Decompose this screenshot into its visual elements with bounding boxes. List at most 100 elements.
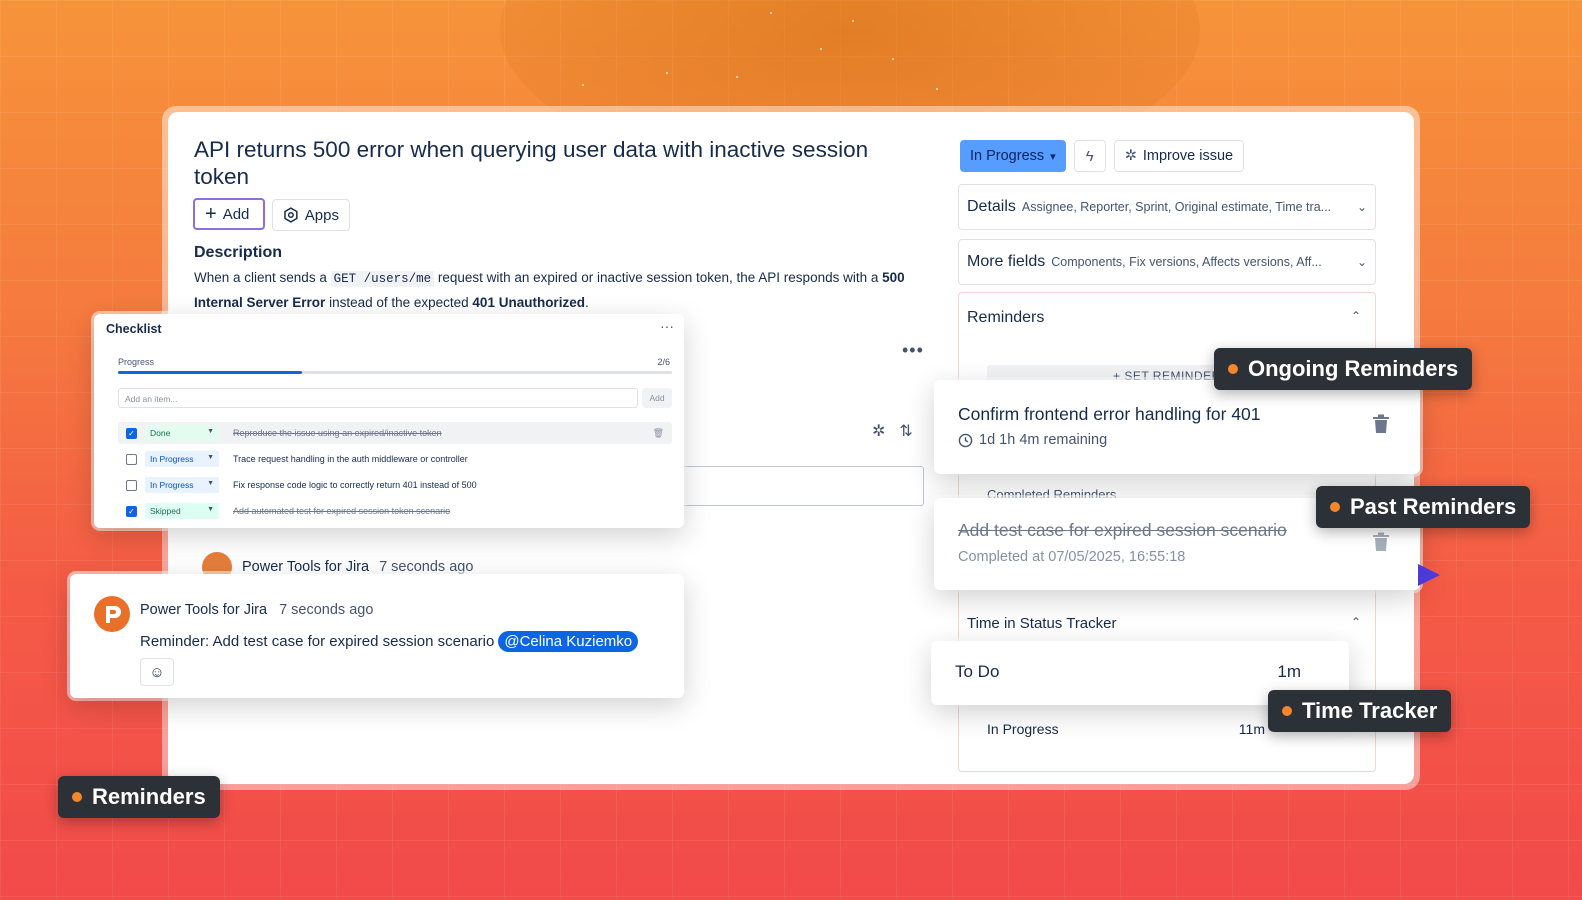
sort-icon[interactable]: ⇅	[899, 421, 912, 441]
comment-body: Reminder: Add test case for expired sess…	[140, 631, 639, 652]
past-reminder-title: Add test case for expired session scenar…	[958, 520, 1287, 540]
apps-button[interactable]: Apps	[272, 199, 350, 231]
add-button-label: Add	[222, 205, 250, 223]
status-time: 1m	[1277, 662, 1301, 681]
caret-down-icon: ▼	[207, 480, 214, 487]
description-part: instead of the expected	[325, 295, 473, 310]
ongoing-reminder-card: Confirm frontend error handling for 401 …	[934, 380, 1420, 474]
add-reaction-button[interactable]: ☺	[140, 658, 174, 686]
chevron-down-icon: ⌄	[1356, 200, 1367, 214]
description-bold: 401 Unauthorized	[472, 295, 585, 310]
status-label: In Progress	[970, 148, 1045, 164]
improve-label: Improve issue	[1142, 148, 1234, 164]
status-name: To Do	[955, 662, 1000, 681]
caret-down-icon: ▼	[207, 428, 214, 435]
checkbox-checked[interactable]: ✓	[126, 505, 137, 517]
star	[892, 58, 894, 60]
status-select[interactable]: Done ▼	[145, 425, 219, 441]
comment-author: Power Tools for Jira	[242, 559, 370, 575]
reminder-title: Confirm frontend error handling for 401	[958, 404, 1261, 424]
progress-fill	[118, 371, 303, 374]
status-select-value: Done	[150, 428, 171, 438]
chevron-down-icon: ⌄	[1356, 255, 1367, 269]
improve-issue-button[interactable]: ✲ Improve issue	[1113, 140, 1245, 172]
ongoing-reminders-tag: Ongoing Reminders	[1214, 348, 1473, 390]
delete-reminder-icon[interactable]	[1372, 414, 1390, 440]
cursor-pointer-icon	[1418, 564, 1440, 586]
star	[852, 20, 854, 22]
tag-label: Past Reminders	[1350, 494, 1517, 519]
add-button[interactable]: + Add	[193, 198, 265, 230]
past-reminder-completed: Completed at 07/05/2025, 16:55:18	[958, 549, 1186, 565]
checklist-card: Checklist ··· Progress 2/6 Add an item..…	[94, 314, 684, 528]
add-item-button[interactable]: Add	[642, 388, 672, 408]
chevron-up-icon[interactable]: ⌃	[1351, 615, 1361, 629]
details-panel[interactable]: Details Assignee, Reporter, Sprint, Orig…	[958, 184, 1376, 230]
status-select-value: Skipped	[150, 506, 181, 516]
tag-dot	[1330, 502, 1340, 512]
star	[666, 72, 668, 74]
star	[936, 88, 938, 90]
power-tools-logo-icon	[94, 596, 130, 632]
details-subtitle: Assignee, Reporter, Sprint, Original est…	[1021, 200, 1332, 214]
time-in-status-row: In Progress 11m	[987, 721, 1265, 737]
tag-dot	[1282, 706, 1292, 716]
add-item-input[interactable]: Add an item...	[118, 388, 638, 408]
clock-icon	[958, 433, 973, 447]
progress-label: Progress	[118, 357, 155, 367]
checklist-item[interactable]: ✓ Done ▼ Reproduce the issue using an exp…	[118, 422, 672, 444]
checklist-item[interactable]: In Progress ▼ Trace request handling in t…	[118, 448, 672, 470]
comment-time: 7 seconds ago	[279, 602, 374, 618]
status-select-value: In Progress	[150, 454, 194, 464]
more-icon[interactable]: ···	[660, 318, 674, 334]
star	[582, 84, 584, 86]
status-select[interactable]: Skipped ▼	[145, 503, 219, 519]
checklist-item[interactable]: ✓ Skipped ▼ Add automated test for expire…	[118, 500, 672, 522]
status-dropdown[interactable]: In Progress ▾	[960, 140, 1066, 172]
more-actions-icon[interactable]: •••	[902, 340, 924, 361]
checklist-item-text: Reproduce the issue using an expired/ina…	[233, 428, 442, 438]
sparkle-icon[interactable]: ✲	[872, 421, 885, 441]
checklist-item-text: Trace request handling in the auth middl…	[233, 454, 468, 464]
description-part: .	[584, 295, 589, 310]
status-select[interactable]: In Progress ▼	[145, 477, 219, 493]
status-select[interactable]: In Progress ▼	[145, 451, 219, 467]
activity-toolbar: ✲ ⇅	[872, 421, 913, 441]
tag-dot	[72, 792, 82, 802]
emoji-icon: ☺	[149, 663, 165, 681]
description-heading: Description	[194, 244, 283, 261]
status-name: In Progress	[987, 721, 1059, 737]
description-part: request with an expired or inactive sess…	[434, 270, 883, 285]
remaining-text: 1d 1h 4m remaining	[979, 432, 1108, 448]
apps-icon	[284, 207, 298, 223]
caret-down-icon: ▼	[207, 506, 214, 513]
issue-title: API returns 500 error when querying user…	[194, 137, 869, 189]
tag-label: Time Tracker	[1302, 698, 1438, 723]
reminder-remaining: 1d 1h 4m remaining	[958, 432, 1107, 448]
more-fields-panel[interactable]: More fields Components, Fix versions, Af…	[958, 239, 1376, 285]
checkbox-checked[interactable]: ✓	[126, 427, 137, 439]
checklist-item[interactable]: In Progress ▼ Fix response code logic to …	[118, 474, 672, 496]
plus-icon: +	[205, 203, 217, 225]
checkbox[interactable]	[126, 479, 137, 491]
automation-button[interactable]: ϟ	[1073, 140, 1106, 172]
chevron-up-icon[interactable]: ⌃	[1351, 309, 1361, 323]
trash-icon[interactable]: 🗑	[653, 428, 664, 439]
comment-author: Power Tools for Jira	[140, 602, 268, 618]
checklist-title: Checklist	[106, 322, 162, 336]
more-fields-title: More fields	[967, 253, 1046, 270]
comment-text: Reminder: Add test case for expired sess…	[140, 633, 495, 650]
progress-bar	[118, 371, 672, 374]
user-mention[interactable]: @Celina Kuziemko	[498, 631, 639, 652]
checkbox[interactable]	[126, 453, 137, 465]
comment-input[interactable]	[678, 466, 924, 506]
tag-dot	[1228, 364, 1238, 374]
description-text: When a client sends a GET /users/me requ…	[194, 266, 914, 314]
description-code: GET /users/me	[330, 271, 435, 287]
delete-reminder-icon[interactable]	[1372, 532, 1390, 558]
past-reminders-tag: Past Reminders	[1316, 486, 1531, 528]
description-part: When a client sends a	[194, 270, 331, 285]
checklist-item-text: Add automated test for expired session t…	[233, 506, 451, 516]
reminders-tag: Reminders	[58, 776, 220, 818]
status-select-value: In Progress	[150, 480, 194, 490]
